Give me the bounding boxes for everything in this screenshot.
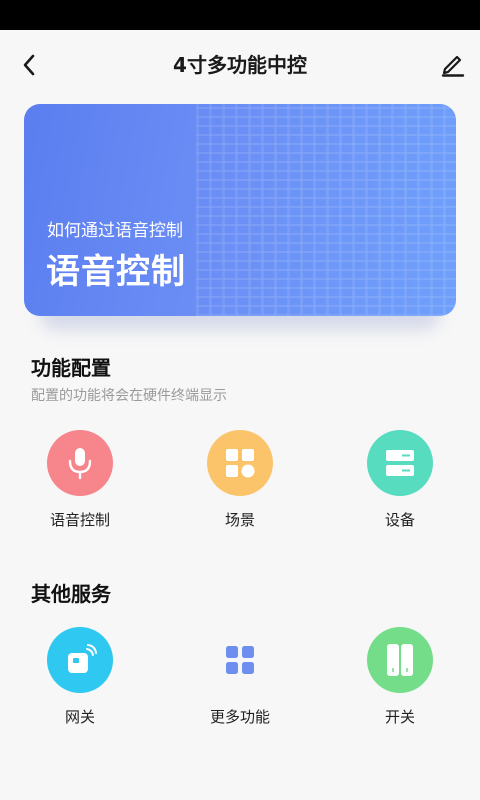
grid-item-label: 场景 (224, 511, 255, 529)
grid-item-device[interactable]: 设备 (340, 430, 460, 540)
grid-item-more-functions[interactable]: 更多功能 (180, 627, 300, 737)
status-bar (0, 0, 480, 30)
grid-item-switch[interactable]: 开关 (340, 627, 460, 737)
grid-item-label: 语音控制 (49, 511, 110, 529)
grid-item-label: 开关 (384, 708, 415, 726)
grid-item-scene[interactable]: 场景 (180, 430, 300, 540)
voice-control-banner[interactable]: 如何通过语音控制 语音控制 (24, 104, 456, 316)
gateway-icon (68, 644, 97, 673)
gateway-circle (47, 627, 113, 693)
voice-control-circle (47, 430, 113, 496)
microphone-icon (68, 448, 92, 480)
section-description: 配置的功能将会在硬件终端显示 (31, 388, 227, 404)
banner-pattern (196, 104, 456, 316)
device-icon (386, 450, 414, 476)
scene-circle (207, 430, 273, 496)
grid-item-label: 网关 (64, 708, 95, 726)
scene-grid-icon (226, 449, 255, 478)
device-circle (367, 430, 433, 496)
switch-circle (367, 627, 433, 693)
grid-item-label: 设备 (384, 511, 415, 529)
banner-title: 语音控制 (46, 252, 186, 292)
more-grid-icon (226, 646, 254, 674)
page-title: 4寸多功能中控 (173, 53, 307, 77)
more-functions-circle (207, 627, 273, 693)
edit-button[interactable] (438, 50, 468, 80)
switch-icon (387, 644, 413, 676)
section-title-other-services: 其他服务 (31, 582, 111, 606)
section-title-function-config: 功能配置 (31, 356, 111, 380)
pencil-icon (441, 55, 465, 77)
grid-item-voice-control[interactable]: 语音控制 (20, 430, 140, 540)
grid-item-label: 更多功能 (209, 708, 270, 726)
nav-bar: 4寸多功能中控 (0, 30, 480, 100)
grid-item-gateway[interactable]: 网关 (20, 627, 140, 737)
banner-subtitle: 如何通过语音控制 (47, 221, 183, 241)
